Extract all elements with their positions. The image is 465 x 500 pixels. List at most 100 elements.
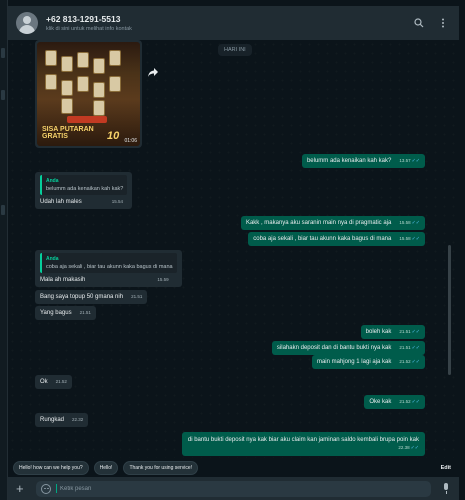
quoted-message[interactable]: Anda belumm ada kenaikan kah kak? [40,175,128,195]
message-bubble-outgoing[interactable]: belumm ada kenaikan kah kak? 13.57✓✓ [301,154,425,168]
message-list[interactable]: SISA PUTARAN GRATIS 10 01:06 HARI INI bel… [8,40,459,458]
contact-subtitle: klik di sini untuk melihat info kontak [46,26,132,32]
message-time: 22.32 [72,417,84,422]
mahjong-tile [61,56,73,72]
quick-reply-chip[interactable]: Hello! [93,461,119,475]
message-time: 21.52 [399,359,411,364]
contact-name: +62 813-1291-5513 [46,14,121,24]
quoted-message[interactable]: Anda coba aja sekali , biar tau akunn ka… [40,253,177,273]
quote-author: Anda [46,256,59,262]
message-time: 15.59 [157,277,169,282]
message-input[interactable] [60,485,426,492]
mahjong-tile [61,98,73,114]
message-bubble-outgoing[interactable]: main mahjong 1 lagi aja kak 21.52✓✓ [311,355,425,369]
mahjong-tile [61,80,73,96]
message-time: 21.51 [399,345,411,350]
contact-avatar[interactable] [16,12,38,34]
more-vert-icon[interactable] [435,15,451,31]
read-ticks-icon: ✓✓ [411,158,420,164]
message-bubble-incoming-reply[interactable]: Anda coba aja sekali , biar tau akunn ka… [35,250,182,287]
read-ticks-icon: ✓✓ [411,329,420,335]
edit-quick-replies-button[interactable]: Edit [441,465,451,471]
read-ticks-icon: ✓✓ [411,345,420,351]
date-divider: HARI INI [218,44,252,56]
message-text: boleh kak [365,329,392,335]
message-text: Oke kak [369,399,392,405]
message-text: Udah lah males [40,199,82,205]
message-bubble-incoming[interactable]: Bang saya topup 50 gmana nih 21.51 [35,290,148,304]
panel-edge-mark [1,90,5,100]
message-bubble-incoming-reply[interactable]: Anda belumm ada kenaikan kah kak? Udah l… [35,172,133,209]
quote-text: coba aja sekali , biar tau akunn kaka ba… [46,264,173,270]
game-banner [67,116,107,123]
message-text: Mala ah makasih [40,277,86,283]
video-message[interactable]: SISA PUTARAN GRATIS 10 01:06 [35,40,142,148]
avatar-body [19,25,35,34]
mahjong-tile [109,50,121,66]
read-ticks-icon: ✓✓ [411,399,420,405]
read-ticks-icon: ✓✓ [411,236,420,242]
message-text: coba aja sekali , biar tau akunn kaka ba… [253,236,392,242]
mahjong-tile [45,50,57,66]
message-time: 21.51 [399,329,411,334]
text-cursor [56,484,57,493]
attach-plus-icon[interactable]: + [16,481,30,496]
mahjong-tile [93,82,105,98]
video-duration: 01:06 [124,138,137,144]
quote-text: belumm ada kenaikan kah kak? [46,186,124,192]
message-time: 13.57 [399,158,411,163]
quick-reply-chip[interactable]: Thank you for using service! [123,461,198,475]
quick-replies-bar: Hello! how can we help you? Hello! Thank… [8,460,459,476]
read-ticks-icon: ✓✓ [411,359,420,365]
message-time: 21.51 [131,294,143,299]
message-composer: + [8,477,459,500]
message-time: 21.52 [399,399,411,404]
message-time: 21.52 [55,379,67,384]
message-text: main mahjong 1 lagi aja kak [316,359,392,365]
message-bubble-incoming[interactable]: Yang bagus 21.51 [35,306,96,320]
message-bubble-incoming[interactable]: Ok 21.52 [35,375,72,389]
contact-info[interactable]: +62 813-1291-5513 klik di sini untuk mel… [46,14,403,32]
message-text: belumm ada kenaikan kah kak? [306,158,392,164]
avatar-head [23,16,31,24]
message-text: Kakk , makanya aku saranin main nya di p… [245,220,392,226]
message-bubble-outgoing[interactable]: Kakk , makanya aku saranin main nya di p… [240,216,425,230]
mahjong-tile [77,52,89,68]
mahjong-tile [93,100,105,116]
message-text: di bantu bukti deposit nya kak biar aku … [187,437,419,443]
message-bubble-outgoing[interactable]: di bantu bukti deposit nya kak biar aku … [181,432,425,456]
video-thumbnail[interactable]: SISA PUTARAN GRATIS 10 01:06 [37,42,140,146]
quick-reply-chip[interactable]: Hello! how can we help you? [13,461,89,475]
message-text: Bang saya topup 50 gmana nih [40,294,124,300]
message-text: silahakn deposit dan di bantu bukti nya … [276,345,392,351]
message-time: 22.38 [398,445,410,450]
message-time: 21.51 [79,310,91,315]
message-time: 15.58 [399,220,411,225]
emoji-icon[interactable] [41,483,51,494]
microphone-icon[interactable] [441,482,451,495]
free-spins-text: SISA PUTARAN GRATIS [42,126,94,140]
message-bubble-outgoing[interactable]: silahakn deposit dan di bantu bukti nya … [271,341,425,355]
chat-header[interactable]: +62 813-1291-5513 klik di sini untuk mel… [8,6,459,40]
panel-edge-mark [1,48,5,58]
message-text: Yang bagus [40,310,72,316]
mahjong-tile [45,74,57,90]
mahjong-tile [93,58,105,74]
left-panel-edge [0,0,8,500]
read-ticks-icon: ✓✓ [410,445,419,451]
panel-edge-mark [1,205,5,215]
forward-icon[interactable] [148,68,160,80]
search-icon[interactable] [411,15,427,31]
message-bubble-outgoing[interactable]: coba aja sekali , biar tau akunn kaka ba… [248,232,425,246]
message-text: Rungkad [40,417,65,423]
message-input-box[interactable] [36,480,431,497]
free-spins-count: 10 [107,130,120,142]
quote-author: Anda [46,178,59,184]
message-bubble-outgoing[interactable]: boleh kak 21.51✓✓ [360,325,425,339]
message-bubble-outgoing[interactable]: Oke kak 21.52✓✓ [364,395,425,409]
message-time: 15.54 [111,199,123,204]
chat-scrollbar[interactable] [448,245,451,375]
message-text: Ok [40,379,48,385]
message-bubble-incoming[interactable]: Rungkad 22.32 [35,413,89,427]
mahjong-tile [109,76,121,92]
